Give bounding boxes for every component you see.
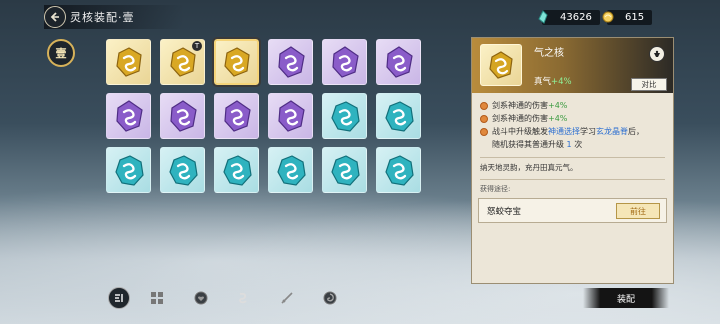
gold-core-icon: [115, 47, 142, 77]
vortex-filter-button[interactable]: [322, 290, 338, 306]
tier-label: 壹: [55, 47, 67, 60]
gold-currency: 615: [601, 8, 653, 26]
teal-core-icon: [114, 155, 144, 186]
vortex-filter-icon: [323, 291, 337, 305]
effect-highlight: 神通选择: [548, 127, 580, 136]
teal-core-icon: [330, 155, 360, 186]
effect-bullet-icon: [480, 127, 488, 136]
purple-core-icon: [385, 46, 413, 78]
effect-row: 剑系神通的伤害+4%: [480, 99, 665, 112]
purple-core-icon: [331, 46, 359, 78]
source-label: 获得途径:: [480, 185, 511, 193]
purple-core-icon: [115, 100, 143, 132]
effect-highlight: 玄龙晶脊: [596, 127, 628, 136]
teal-core-icon: [384, 155, 414, 186]
effect-row-continued: 随机获得其普通升级 1 次: [480, 138, 665, 151]
purple-core-icon: [277, 100, 305, 132]
tier-selector[interactable]: 壹: [47, 39, 75, 67]
heart-filter-icon: [194, 291, 208, 305]
core-crystal-icon: [489, 51, 513, 79]
jade-icon: [538, 10, 548, 24]
sword-filter-icon: [281, 292, 293, 304]
effect-text: 剑系神通的伤害: [492, 114, 548, 123]
teal-core-icon: [384, 101, 414, 132]
purple-core-slot[interactable]: [376, 39, 421, 85]
teal-core-slot[interactable]: [376, 93, 421, 139]
effect-text: 随机获得其普通升级: [492, 140, 564, 149]
purple-core-slot[interactable]: [160, 93, 205, 139]
teal-core-icon: [276, 155, 306, 186]
page-title: 灵核装配·壹: [70, 11, 135, 24]
gold-core-icon: [223, 47, 250, 77]
teal-core-slot[interactable]: [160, 147, 205, 193]
effect-row: 剑系神通的伤害+4%: [480, 112, 665, 125]
detail-header: 气之核 真气+4% 对比: [472, 38, 673, 93]
effect-text: 战斗中升级触发: [492, 127, 548, 136]
gold-core-slot[interactable]: [106, 39, 151, 85]
effect-text: 剑系神通的伤害: [492, 101, 548, 110]
divider: [480, 157, 665, 158]
jade-currency: 43626: [536, 8, 600, 26]
flavor-text: 纳天地灵韵，充丹田真元气。: [480, 163, 578, 172]
filter-bar: [103, 286, 363, 310]
purple-core-slot[interactable]: [268, 93, 313, 139]
effect-text: 后，: [628, 127, 644, 136]
teal-core-icon: [330, 101, 360, 132]
goto-button[interactable]: 前往: [616, 203, 660, 219]
back-button[interactable]: [44, 6, 66, 28]
teal-core-slot[interactable]: [268, 147, 313, 193]
teal-core-slot[interactable]: [322, 93, 367, 139]
stat-label: 真气: [534, 77, 552, 87]
effect-bullet-icon: [480, 114, 488, 123]
teal-core-slot[interactable]: [214, 147, 259, 193]
teal-core-slot[interactable]: [376, 147, 421, 193]
effect-value: +4%: [548, 114, 568, 123]
jade-amount: 43626: [542, 9, 600, 25]
grid-filter-icon: [151, 292, 163, 304]
purple-core-icon: [223, 100, 251, 132]
lock-badge-icon[interactable]: [649, 46, 665, 62]
back-arrow-icon: [50, 12, 59, 22]
purple-core-icon: [169, 100, 197, 132]
compare-button[interactable]: 对比: [631, 78, 667, 91]
gold-core-slot[interactable]: [212, 37, 261, 87]
gold-icon: [602, 11, 614, 23]
detail-main-stat: 真气+4%: [534, 75, 572, 87]
detail-core-icon: [480, 44, 522, 86]
purple-core-slot[interactable]: [106, 93, 151, 139]
grid-filter-button[interactable]: [149, 290, 165, 306]
effect-value: +4%: [548, 101, 568, 110]
source-name: 怒蛟夺宝: [487, 206, 522, 217]
equipped-tag: T: [192, 41, 202, 51]
detail-core-name: 气之核: [534, 48, 564, 59]
stat-value: +4%: [551, 77, 572, 87]
badge-mark-icon: [654, 50, 660, 57]
gold-core-slot[interactable]: T: [160, 39, 205, 85]
sword-filter-button[interactable]: [279, 290, 295, 306]
equip-button[interactable]: 装配: [583, 288, 669, 308]
purple-core-icon: [277, 46, 305, 78]
purple-core-slot[interactable]: [322, 39, 367, 85]
source-row: 怒蛟夺宝 前往: [478, 198, 667, 223]
detail-panel: 气之核 真气+4% 对比 剑系神通的伤害+4% 剑系神通的伤害+4% 战斗中升级…: [471, 37, 674, 284]
sort-icon: [115, 294, 123, 302]
effect-row-special: 战斗中升级触发神通选择学习玄龙晶脊后，: [480, 125, 665, 138]
teal-core-icon: [168, 155, 198, 186]
purple-core-slot[interactable]: [268, 39, 313, 85]
swirl-filter-icon: [239, 292, 247, 304]
teal-core-slot[interactable]: [322, 147, 367, 193]
effect-text: 学习: [580, 127, 596, 136]
swirl-filter-button[interactable]: [235, 290, 251, 306]
effect-bullet-icon: [480, 101, 488, 110]
teal-core-icon: [222, 155, 252, 186]
effect-number: 1: [566, 140, 572, 149]
purple-core-slot[interactable]: [214, 93, 259, 139]
sort-button[interactable]: [108, 287, 130, 309]
divider: [480, 179, 665, 180]
effects-list: 剑系神通的伤害+4% 剑系神通的伤害+4% 战斗中升级触发神通选择学习玄龙晶脊后…: [472, 93, 673, 151]
teal-core-slot[interactable]: [106, 147, 151, 193]
effect-text: 次: [574, 140, 583, 149]
heart-filter-button[interactable]: [193, 290, 209, 306]
